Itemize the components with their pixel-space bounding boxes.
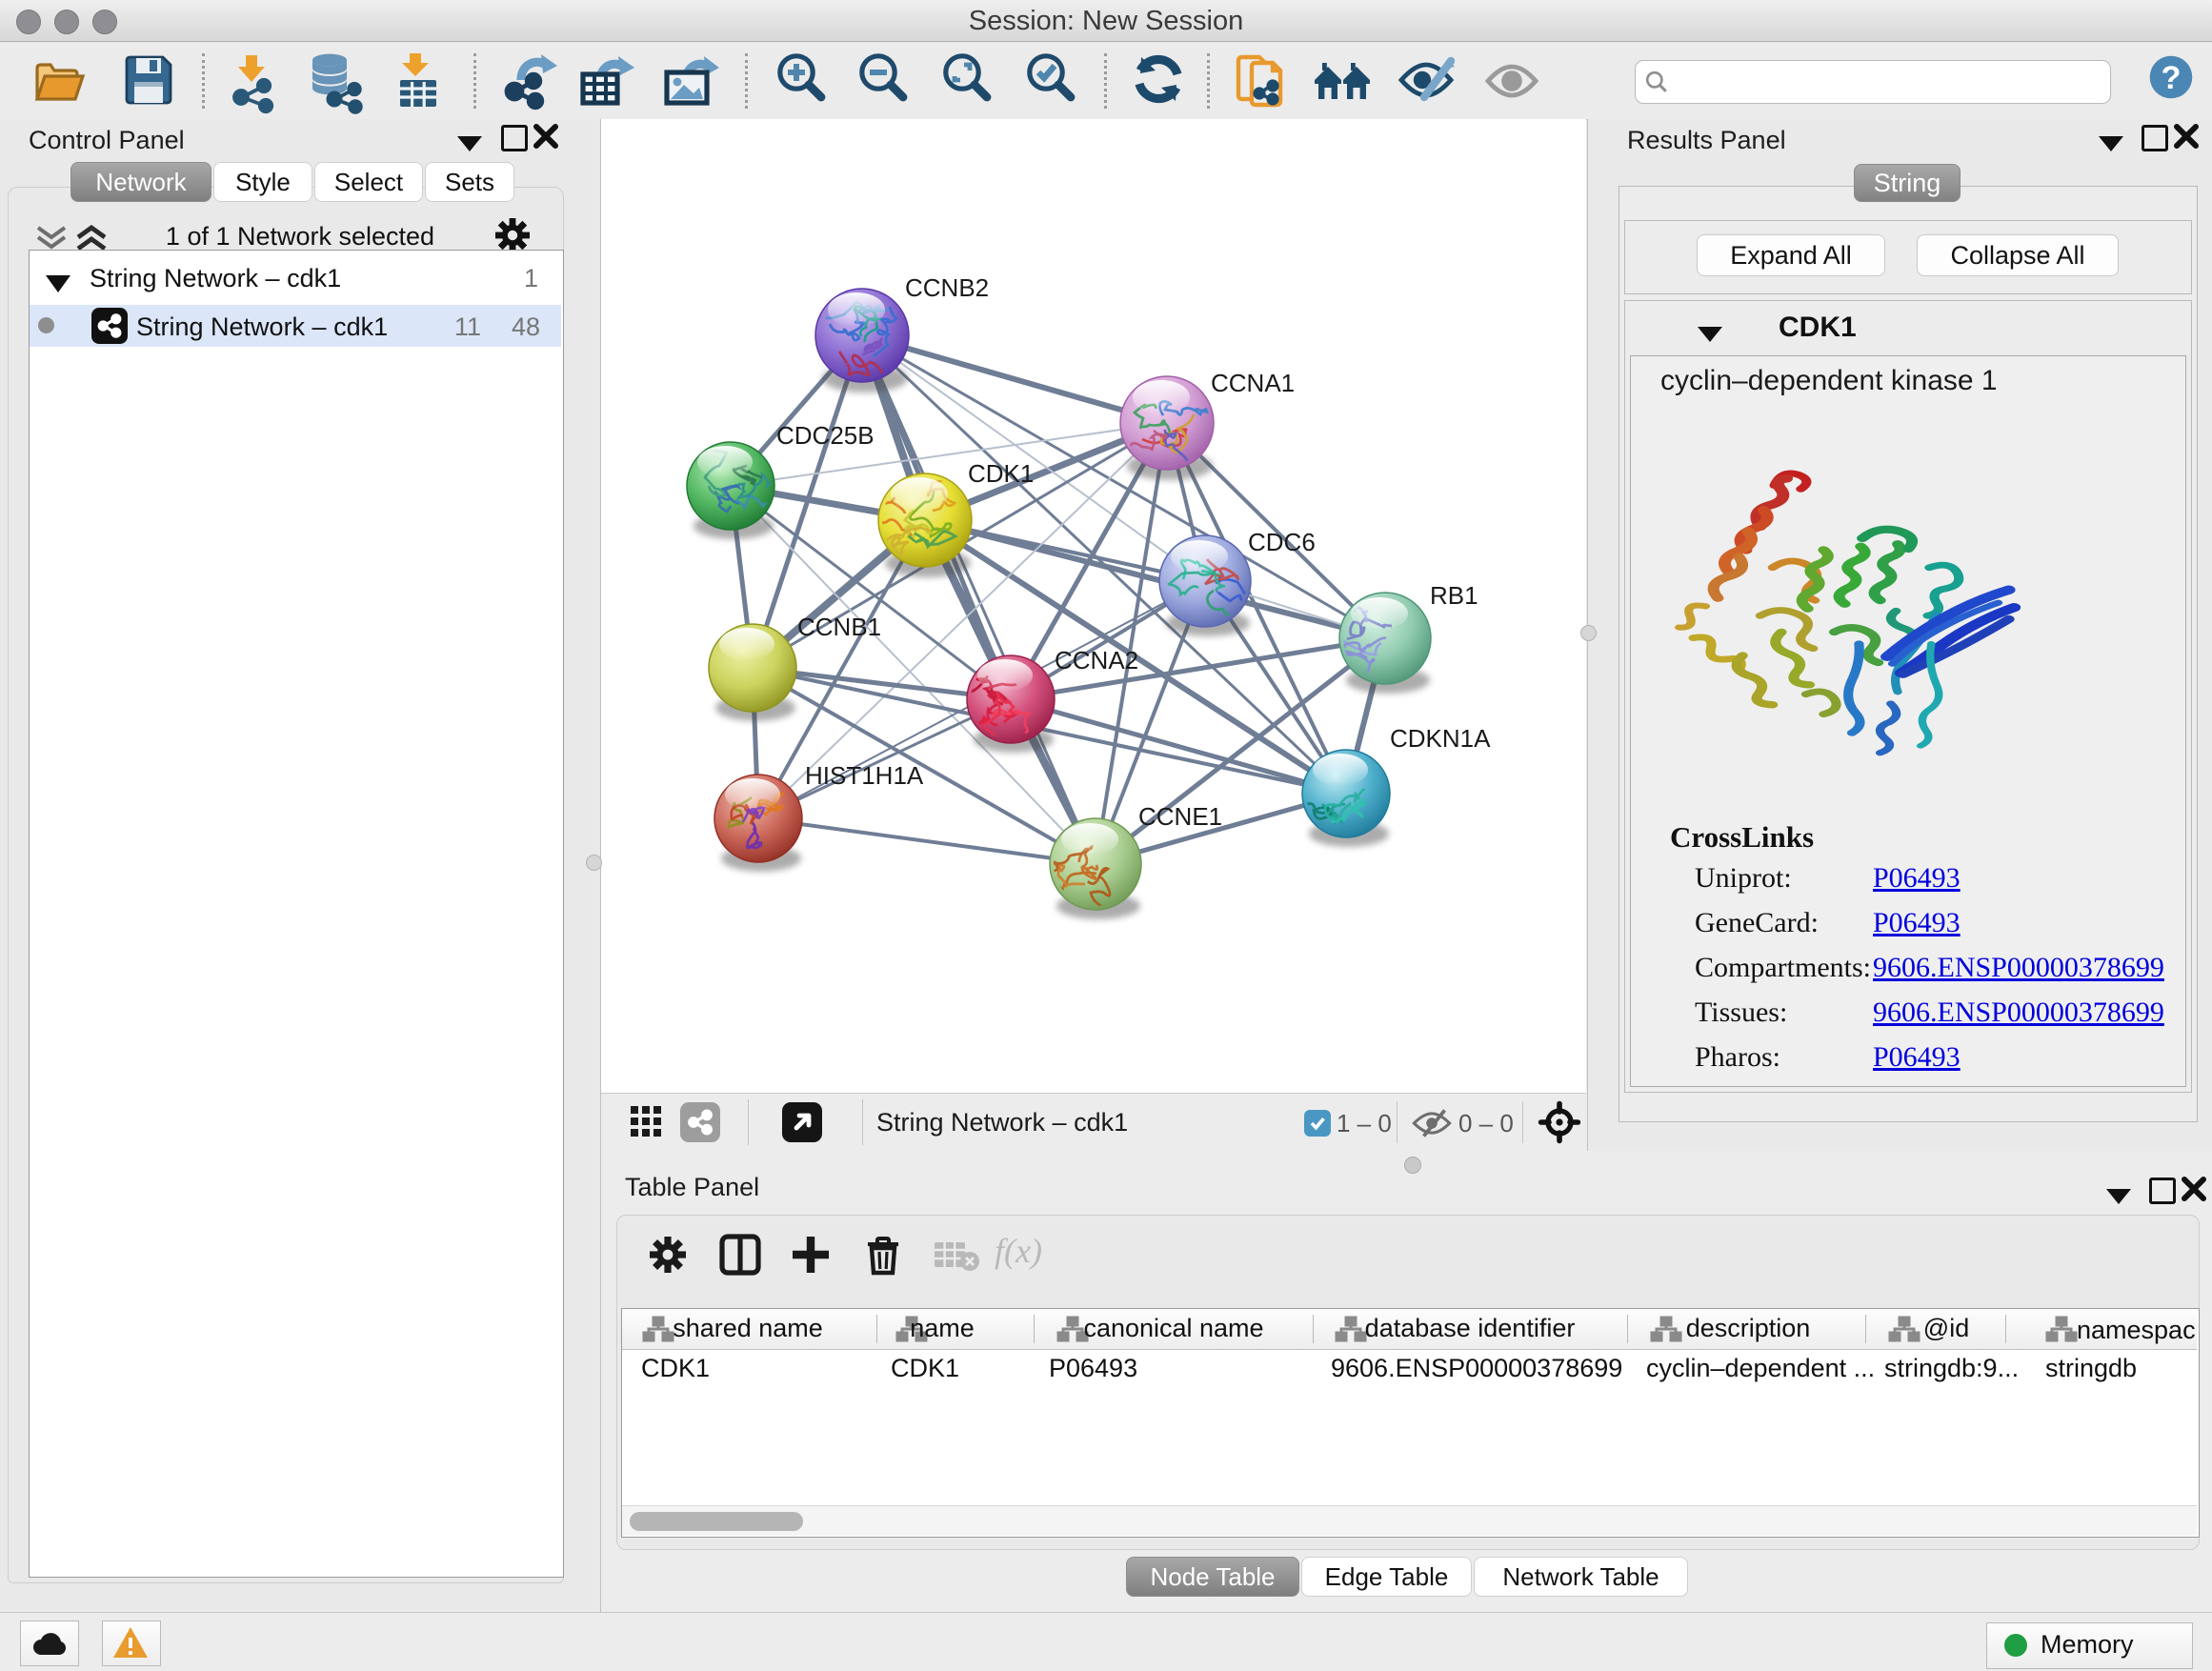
svg-text:CCNA2: CCNA2 [1055,646,1138,674]
svg-text:CDC25B: CDC25B [776,421,875,450]
svg-text:CDKN1A: CDKN1A [1390,724,1491,753]
svg-text:CCNE1: CCNE1 [1138,802,1222,831]
svg-text:CCNA1: CCNA1 [1211,369,1295,397]
svg-text:RB1: RB1 [1430,581,1478,610]
svg-text:HIST1H1A: HIST1H1A [805,761,924,790]
svg-text:CCNB1: CCNB1 [797,613,881,641]
svg-text:CDC6: CDC6 [1248,528,1316,556]
svg-text:?: ? [2162,60,2182,96]
svg-text:CDK1: CDK1 [968,459,1034,488]
svg-text:CCNB2: CCNB2 [905,273,989,302]
